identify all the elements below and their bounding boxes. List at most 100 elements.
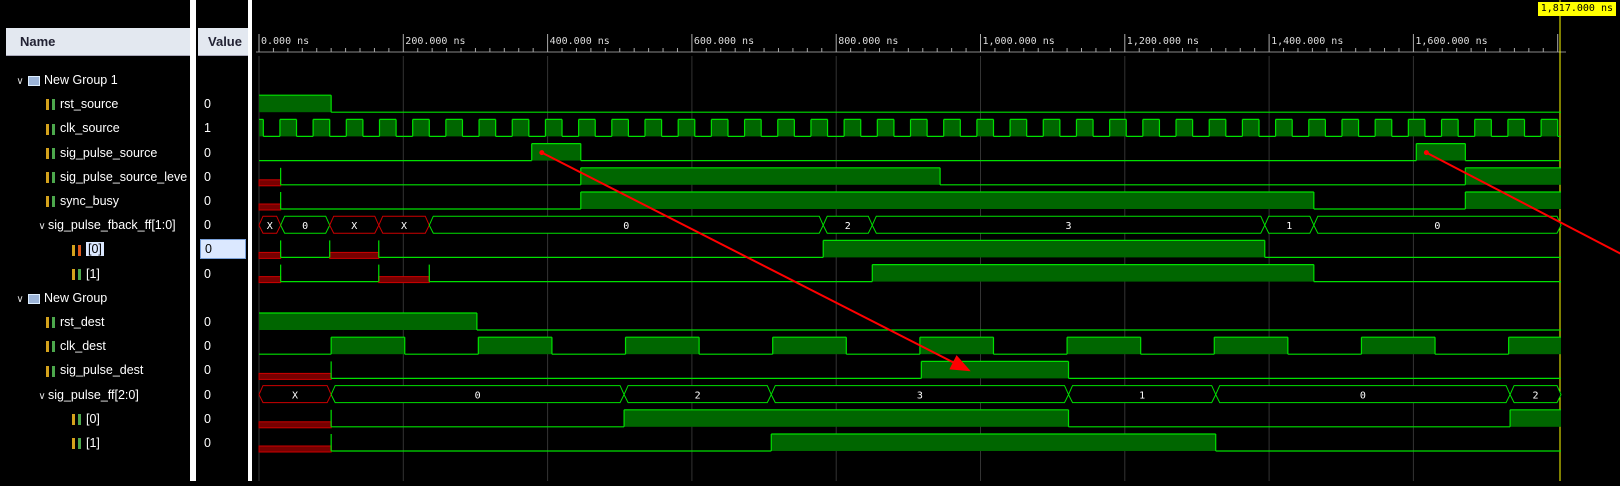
signal-waveform-high bbox=[259, 95, 332, 113]
signal-icon bbox=[46, 365, 55, 377]
clock-waveform-high bbox=[810, 119, 828, 137]
clock-waveform-high bbox=[412, 119, 430, 137]
signal-name-label: [1] bbox=[86, 266, 100, 281]
clock-waveform-high bbox=[545, 119, 563, 137]
clock-waveform-high bbox=[1507, 119, 1525, 137]
value-wave-splitter[interactable] bbox=[248, 0, 252, 481]
clock-waveform-high bbox=[1474, 119, 1492, 137]
time-axis-label: 800.000 ns bbox=[838, 36, 898, 47]
clock-waveform-high bbox=[711, 119, 728, 137]
clock-waveform-high bbox=[478, 337, 552, 355]
name-column-header[interactable]: Name bbox=[6, 28, 190, 56]
value-column-header[interactable]: Value bbox=[198, 28, 252, 56]
signal-name-label: rst_source bbox=[60, 97, 119, 112]
signal-value: 0 bbox=[204, 266, 211, 281]
signal-icon bbox=[46, 196, 55, 208]
group-row[interactable]: ∨ New Group 1 bbox=[14, 68, 190, 92]
clock-waveform-high bbox=[976, 119, 994, 137]
signal-name-label: sig_pulse_source_leve bbox=[60, 169, 188, 184]
clock-waveform-high bbox=[379, 119, 397, 137]
signal-icon bbox=[72, 438, 81, 450]
waveform-area[interactable]: 0.000 ns 200.000 ns 400.000 ns 600.000 ns 80… bbox=[256, 0, 1620, 481]
chevron-down-icon[interactable]: ∨ bbox=[14, 70, 26, 92]
group-icon bbox=[28, 75, 40, 86]
signal-row[interactable]: [1] bbox=[70, 431, 190, 455]
signal-row[interactable]: [1] bbox=[70, 262, 190, 286]
clock-waveform-high bbox=[1043, 119, 1060, 137]
clock-waveform-high bbox=[1067, 337, 1141, 355]
clock-waveform-high bbox=[313, 119, 330, 137]
signal-row[interactable]: [0] bbox=[70, 407, 190, 431]
chevron-down-icon[interactable]: ∨ bbox=[36, 215, 48, 237]
signal-row[interactable]: sig_pulse_dest bbox=[44, 358, 190, 382]
signal-waveform-high bbox=[921, 361, 1069, 379]
signal-row[interactable]: [0] bbox=[70, 237, 190, 261]
clock-waveform-high bbox=[1408, 119, 1425, 137]
undefined-segment bbox=[378, 276, 430, 284]
bus-value-label: 1 bbox=[1286, 221, 1292, 232]
signal-waveform-high bbox=[1465, 167, 1561, 185]
signal-row[interactable]: sig_pulse_source_leve bbox=[44, 165, 190, 189]
clock-waveform-high bbox=[777, 119, 795, 137]
bus-value-label: 0 bbox=[623, 221, 629, 232]
signal-icon bbox=[72, 414, 81, 425]
clock-waveform-high bbox=[678, 119, 695, 137]
bus-value-label: X bbox=[351, 221, 357, 232]
signal-value: 0 bbox=[204, 169, 211, 184]
signal-row[interactable]: ∨ sig_pulse_fback_ff[1:0] bbox=[36, 213, 190, 237]
clock-waveform-high bbox=[1508, 337, 1561, 355]
clock-waveform-high bbox=[1076, 119, 1094, 137]
clock-waveform-high bbox=[772, 337, 847, 355]
bus-value-label: 1 bbox=[1139, 391, 1145, 402]
signal-name-label: sig_pulse_fback_ff[1:0] bbox=[48, 218, 176, 233]
signal-row[interactable]: ∨ sig_pulse_ff[2:0] bbox=[36, 383, 190, 407]
signal-name-label: clk_dest bbox=[60, 339, 106, 354]
signal-name-label: sig_pulse_dest bbox=[60, 363, 144, 378]
signal-icon bbox=[72, 268, 81, 280]
signal-row[interactable]: clk_source bbox=[44, 116, 190, 140]
signal-value: 1 bbox=[204, 121, 211, 136]
signal-value: 0 bbox=[204, 411, 211, 426]
signal-waveform-high bbox=[1465, 192, 1561, 209]
signal-value bbox=[200, 286, 246, 310]
undefined-segment bbox=[258, 372, 332, 380]
cursor-time-label: 1,817.000 ns bbox=[1537, 2, 1616, 16]
clock-waveform-high bbox=[1541, 119, 1558, 137]
bus-value-label: 0 bbox=[302, 221, 308, 232]
bus-value-label: 0 bbox=[1434, 221, 1440, 232]
undefined-segment bbox=[258, 445, 332, 453]
signal-row[interactable]: rst_dest bbox=[44, 310, 190, 334]
clock-waveform-high bbox=[479, 119, 496, 137]
signal-row[interactable]: sig_pulse_source bbox=[44, 141, 190, 165]
bus-value-label: 2 bbox=[845, 221, 851, 232]
clock-waveform-high bbox=[877, 119, 894, 137]
signal-waveform-high bbox=[771, 434, 1216, 451]
time-axis-label: 600.000 ns bbox=[694, 36, 754, 47]
signal-value: 0 bbox=[204, 145, 211, 160]
time-axis-label: 1,000.000 ns bbox=[983, 36, 1055, 47]
clock-waveform-high bbox=[844, 119, 861, 137]
clock-waveform-high bbox=[1242, 119, 1259, 137]
clock-waveform-high bbox=[645, 119, 662, 137]
undefined-segment bbox=[258, 179, 282, 187]
signal-icon bbox=[46, 317, 55, 329]
waveform-canvas[interactable]: 0.000 ns 200.000 ns 400.000 ns 600.000 ns 80… bbox=[256, 0, 1620, 481]
chevron-down-icon[interactable]: ∨ bbox=[36, 385, 48, 407]
signal-name-label: clk_source bbox=[60, 121, 120, 136]
chevron-down-icon[interactable]: ∨ bbox=[14, 288, 26, 310]
time-axis-label: 1,200.000 ns bbox=[1127, 36, 1199, 47]
signal-row[interactable]: clk_dest bbox=[44, 334, 190, 358]
signal-name-label: [0] bbox=[86, 411, 100, 426]
clock-waveform-high bbox=[1109, 119, 1127, 137]
signal-icon bbox=[72, 244, 81, 256]
signal-row[interactable]: sync_busy bbox=[44, 189, 190, 213]
signal-name-label: sync_busy bbox=[60, 194, 120, 208]
undefined-segment bbox=[329, 251, 380, 259]
signal-name-panel: Name ∨ New Group 1 rst_source clk_sourcesig… bbox=[0, 0, 196, 481]
signal-row[interactable]: rst_source bbox=[44, 92, 190, 116]
clock-waveform-high bbox=[1209, 119, 1226, 137]
group-row[interactable]: ∨ New Group bbox=[14, 286, 190, 310]
clock-waveform-high bbox=[744, 119, 762, 137]
signal-name-label: rst_dest bbox=[60, 315, 105, 329]
time-axis-label: 1,400.000 ns bbox=[1271, 36, 1343, 47]
